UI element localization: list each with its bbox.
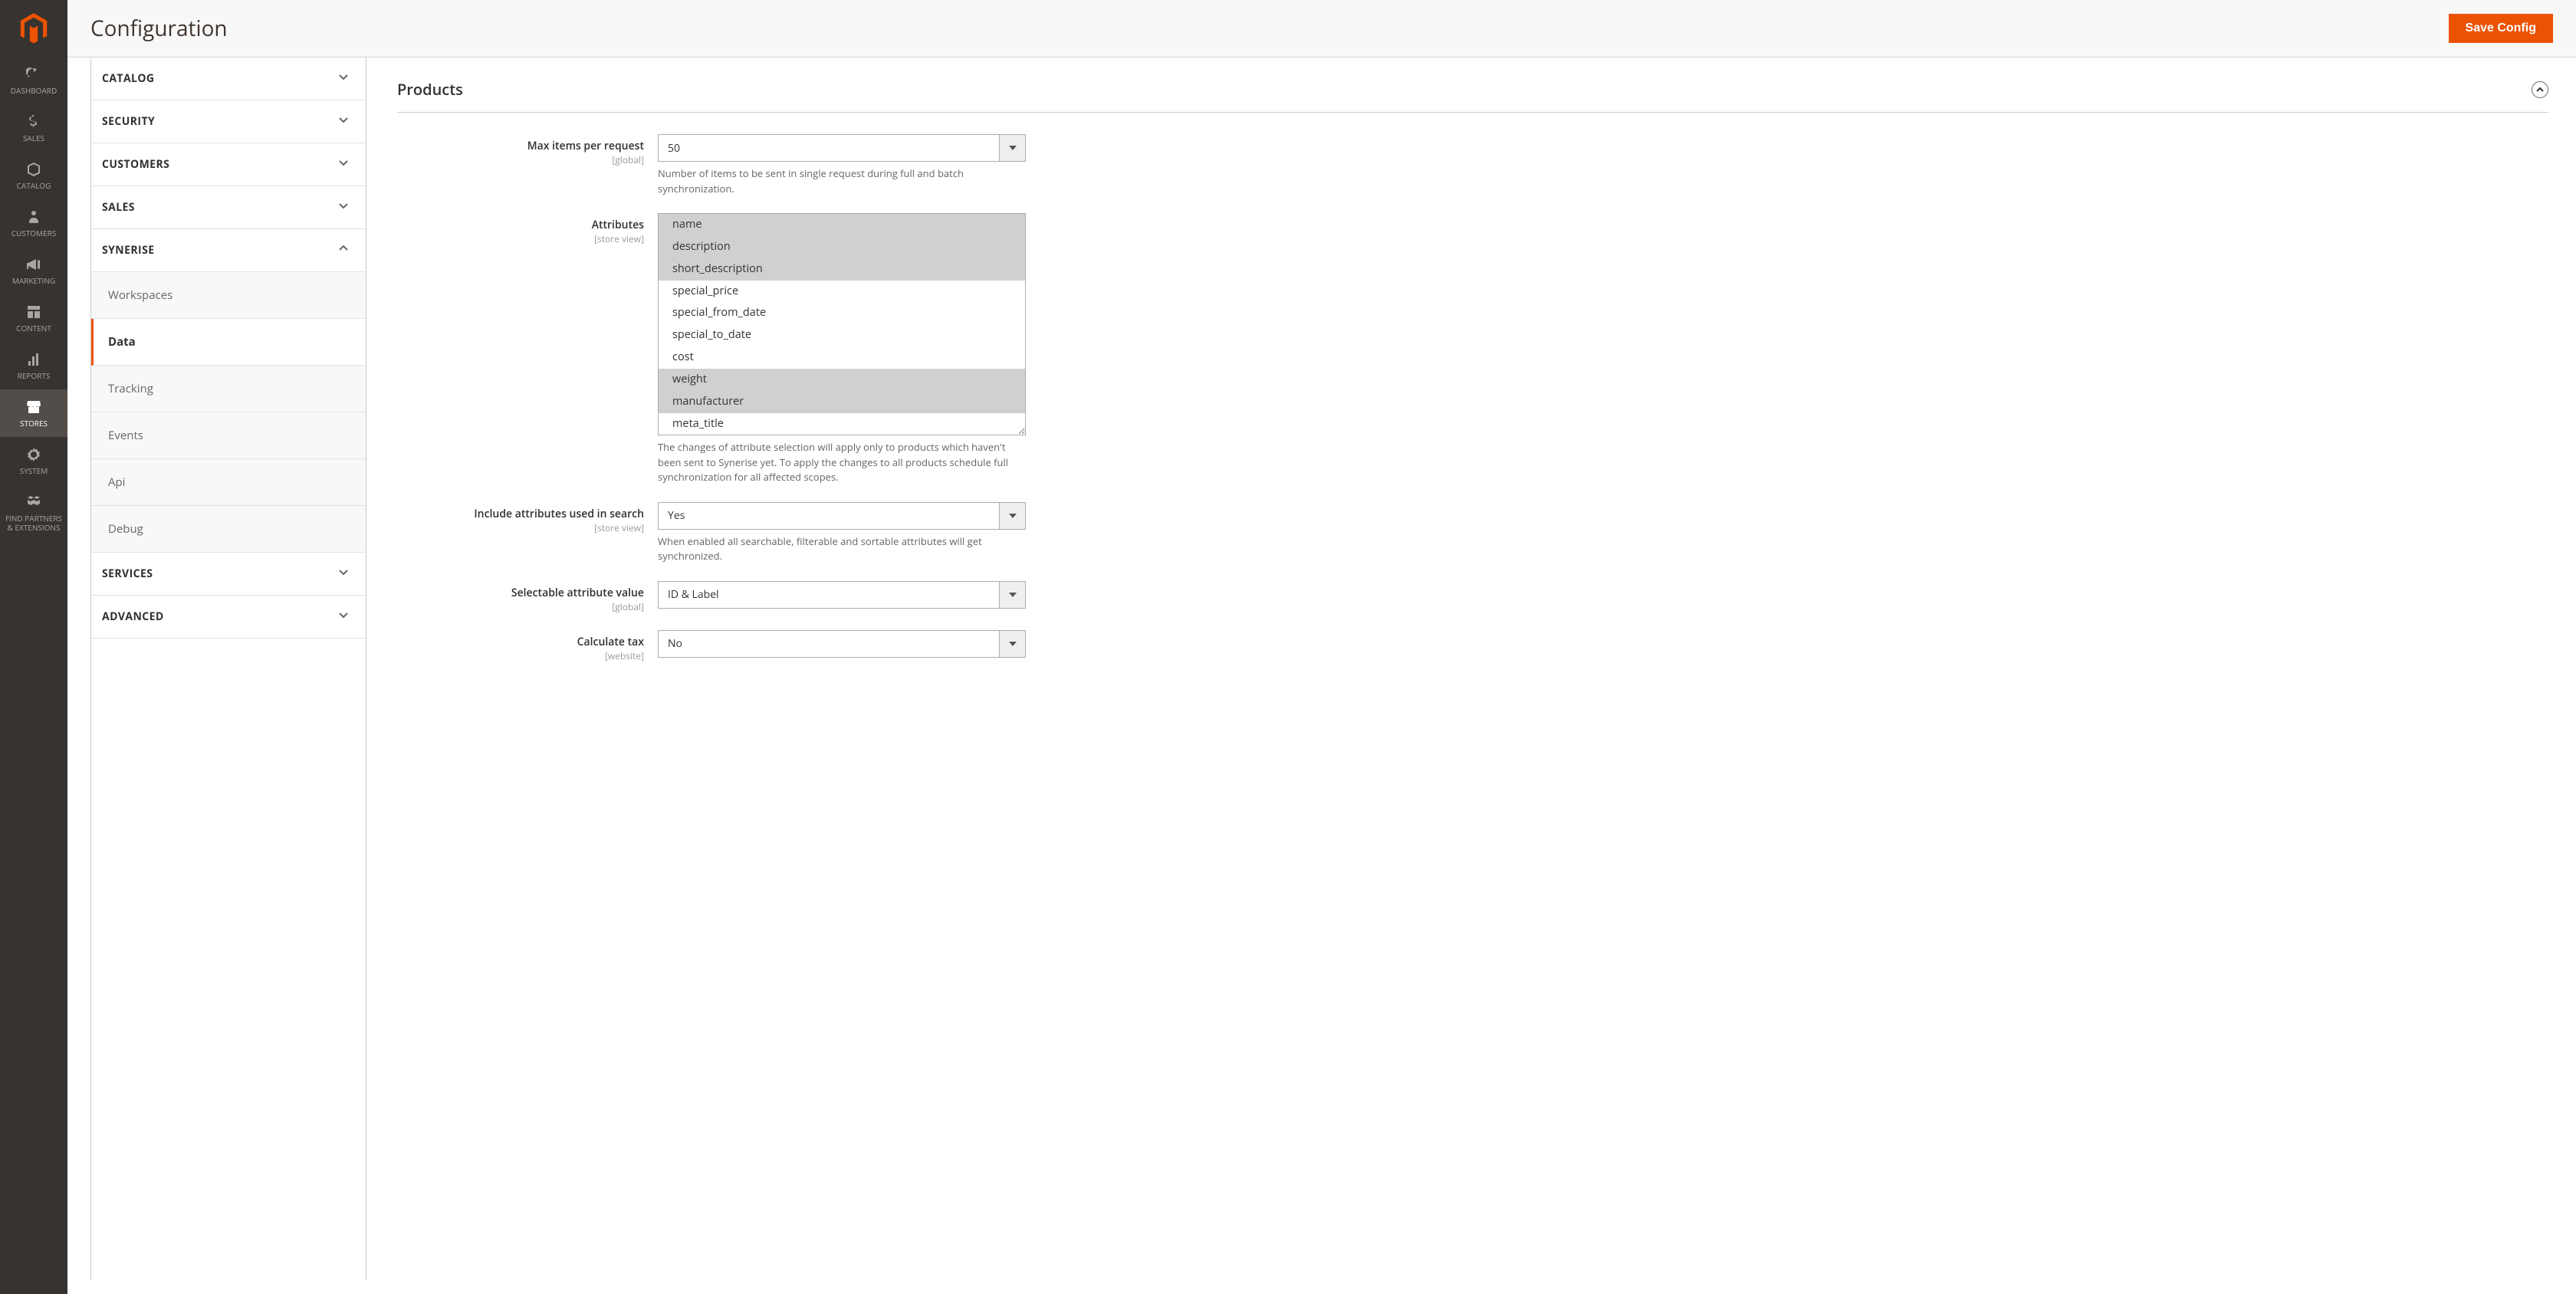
attribute-option-special_to_date[interactable]: special_to_date	[659, 324, 1025, 346]
chevron-icon	[338, 243, 349, 258]
calculate-tax-select[interactable]: No	[658, 630, 1026, 658]
admin-nav-partners[interactable]: FIND PARTNERS & EXTENSIONS	[0, 484, 67, 541]
config-subtab-debug[interactable]: Debug	[91, 506, 366, 553]
config-subtab-tracking[interactable]: Tracking	[91, 366, 366, 412]
chevron-down-icon	[999, 582, 1025, 608]
admin-nav-customers[interactable]: CUSTOMERS	[0, 199, 67, 247]
gear-icon	[26, 446, 41, 463]
attribute-option-description[interactable]: description	[659, 236, 1025, 258]
field-scope: [global]	[397, 153, 644, 166]
attribute-option-special_price[interactable]: special_price	[659, 281, 1025, 303]
chevron-down-icon	[999, 135, 1025, 161]
attribute-option-meta_title[interactable]: meta_title	[659, 413, 1025, 435]
field-help: When enabled all searchable, filterable …	[658, 534, 1026, 564]
page-header: Configuration Save Config	[67, 0, 2576, 57]
include-search-select[interactable]: Yes	[658, 502, 1026, 530]
config-subtab-data[interactable]: Data	[91, 319, 366, 366]
admin-nav-stores[interactable]: STORES	[0, 389, 67, 437]
max-items-select[interactable]: 50	[658, 134, 1026, 162]
attributes-multiselect[interactable]: namedescriptionshort_descriptionspecial_…	[658, 213, 1026, 435]
person-icon	[26, 209, 41, 225]
admin-nav-system[interactable]: SYSTEM	[0, 437, 67, 484]
field-label: Include attributes used in search	[397, 507, 644, 521]
chevron-down-icon	[999, 503, 1025, 529]
attribute-option-short_description[interactable]: short_description	[659, 258, 1025, 281]
save-config-button[interactable]: Save Config	[2449, 14, 2553, 43]
admin-nav-catalog[interactable]: CATALOG	[0, 152, 67, 199]
attribute-option-special_from_date[interactable]: special_from_date	[659, 302, 1025, 324]
section-header-products[interactable]: Products	[397, 57, 2548, 113]
attribute-option-name[interactable]: name	[659, 214, 1025, 236]
config-subtab-workspaces[interactable]: Workspaces	[91, 272, 366, 319]
storefront-icon	[26, 399, 41, 415]
config-tab-synerise[interactable]: SYNERISE	[91, 229, 366, 272]
admin-nav-reports[interactable]: REPORTS	[0, 342, 67, 389]
chevron-icon	[338, 157, 349, 172]
field-scope: [store view]	[397, 521, 644, 534]
attribute-option-manufacturer[interactable]: manufacturer	[659, 391, 1025, 413]
attribute-option-cost[interactable]: cost	[659, 346, 1025, 369]
config-tab-catalog[interactable]: CATALOG	[91, 57, 366, 100]
config-tab-security[interactable]: SECURITY	[91, 100, 366, 143]
field-label: Calculate tax	[397, 635, 644, 649]
magento-logo[interactable]	[0, 0, 67, 57]
field-label: Attributes	[397, 218, 644, 232]
chevron-icon	[338, 200, 349, 215]
admin-sidebar: DASHBOARDSALESCATALOGCUSTOMERSMARKETINGC…	[0, 0, 67, 1294]
chevron-icon	[338, 567, 349, 581]
page-title: Configuration	[90, 14, 228, 43]
admin-nav-content[interactable]: CONTENT	[0, 294, 67, 342]
layout-icon	[26, 304, 41, 320]
field-label: Max items per request	[397, 139, 644, 153]
megaphone-icon	[26, 256, 41, 273]
field-scope: [global]	[397, 600, 644, 613]
cubes-icon	[26, 494, 41, 511]
config-sidebar: CATALOGSECURITYCUSTOMERSSALESSYNERISEWor…	[90, 57, 366, 1280]
collapse-section-button[interactable]	[2532, 81, 2548, 98]
field-label: Selectable attribute value	[397, 586, 644, 600]
field-max-items: Max items per request [global] 50 Number…	[397, 134, 2548, 196]
bars-icon	[26, 351, 41, 368]
field-scope: [website]	[397, 649, 644, 662]
config-tab-services[interactable]: SERVICES	[91, 553, 366, 596]
config-tab-customers[interactable]: CUSTOMERS	[91, 143, 366, 186]
admin-nav-dashboard[interactable]: DASHBOARD	[0, 57, 67, 104]
config-subtab-events[interactable]: Events	[91, 412, 366, 459]
field-help: The changes of attribute selection will …	[658, 440, 1026, 485]
attribute-option-weight[interactable]: weight	[659, 369, 1025, 391]
chevron-icon	[338, 609, 349, 624]
chevron-icon	[338, 71, 349, 86]
box-icon	[26, 161, 41, 178]
field-include-search: Include attributes used in search [store…	[397, 502, 2548, 564]
chevron-down-icon	[999, 631, 1025, 657]
gauge-icon	[26, 66, 41, 83]
field-scope: [store view]	[397, 232, 644, 245]
field-help: Number of items to be sent in single req…	[658, 166, 1026, 196]
config-subtab-api[interactable]: Api	[91, 459, 366, 506]
section-title: Products	[397, 79, 463, 100]
chevron-icon	[338, 114, 349, 129]
config-panel: Products Max items per request [global] …	[366, 57, 2562, 1280]
config-tab-sales[interactable]: SALES	[91, 186, 366, 229]
dollar-icon	[26, 113, 41, 130]
selectable-value-select[interactable]: ID & Label	[658, 581, 1026, 609]
admin-nav-marketing[interactable]: MARKETING	[0, 247, 67, 294]
field-attributes: Attributes [store view] namedescriptions…	[397, 213, 2548, 485]
config-tab-advanced[interactable]: ADVANCED	[91, 596, 366, 639]
field-calculate-tax: Calculate tax [website] No	[397, 630, 2548, 662]
field-selectable-value: Selectable attribute value [global] ID &…	[397, 581, 2548, 613]
admin-nav-sales[interactable]: SALES	[0, 104, 67, 152]
